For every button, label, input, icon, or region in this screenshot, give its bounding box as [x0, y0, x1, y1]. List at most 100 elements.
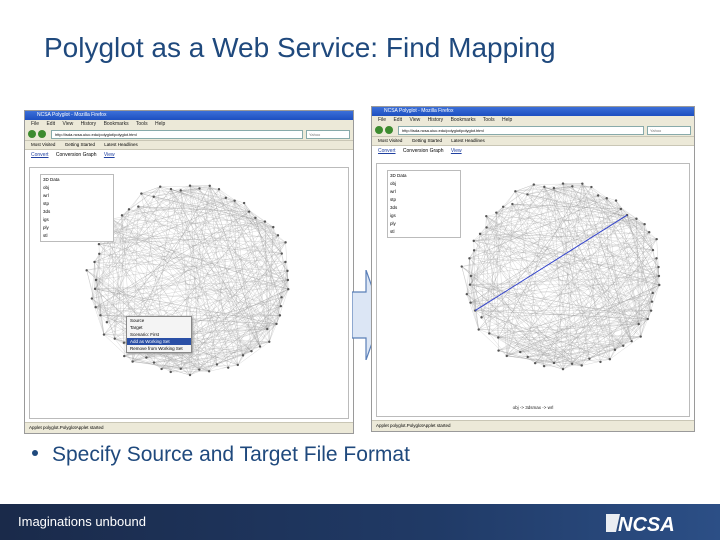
- graph-node[interactable]: [637, 322, 640, 326]
- graph-node[interactable]: [635, 217, 638, 220]
- graph-node[interactable]: [533, 361, 537, 365]
- graph-node[interactable]: [526, 355, 529, 359]
- menu-bookmarks[interactable]: Bookmarks: [451, 117, 476, 123]
- graph-node[interactable]: [599, 360, 602, 364]
- graph-node[interactable]: [152, 195, 155, 198]
- graph-node[interactable]: [472, 249, 476, 252]
- graph-node[interactable]: [468, 257, 471, 260]
- graph-node[interactable]: [519, 350, 522, 354]
- graph-node[interactable]: [630, 340, 633, 343]
- graph-node[interactable]: [105, 321, 109, 324]
- ctx-remove-working-set[interactable]: Remove from Working Set: [127, 345, 191, 352]
- graph-node[interactable]: [460, 265, 463, 268]
- graph-node[interactable]: [284, 241, 287, 244]
- graph-node[interactable]: [102, 333, 106, 336]
- graph-node[interactable]: [279, 304, 283, 308]
- tree-item[interactable]: 3ds: [43, 208, 111, 216]
- graph-node[interactable]: [622, 344, 625, 347]
- graph-node[interactable]: [488, 332, 491, 335]
- graph-node[interactable]: [263, 220, 267, 223]
- graph-node[interactable]: [657, 265, 660, 269]
- graph-node[interactable]: [272, 225, 275, 229]
- tree-item[interactable]: stl: [43, 232, 111, 240]
- graph-node[interactable]: [169, 370, 172, 374]
- graph-node[interactable]: [266, 327, 269, 331]
- graph-node[interactable]: [657, 274, 661, 278]
- graph-node[interactable]: [658, 283, 661, 287]
- menu-history[interactable]: History: [428, 117, 444, 123]
- tab-view[interactable]: View: [104, 152, 115, 158]
- tree-item[interactable]: stp: [390, 196, 458, 204]
- graph-node[interactable]: [152, 361, 156, 364]
- graph-node[interactable]: [619, 207, 623, 211]
- graph-node[interactable]: [561, 182, 565, 185]
- graph-node[interactable]: [655, 237, 658, 241]
- graph-node[interactable]: [590, 185, 593, 189]
- bookmark-getting-started[interactable]: Getting Started: [65, 142, 95, 147]
- search-field[interactable]: Yahoo: [647, 125, 691, 135]
- graph-node[interactable]: [287, 287, 290, 291]
- ctx-scenario[interactable]: Scenario: First: [127, 331, 191, 338]
- graph-node[interactable]: [159, 185, 162, 188]
- graph-node[interactable]: [188, 184, 192, 187]
- graph-node[interactable]: [505, 354, 508, 358]
- graph-node[interactable]: [596, 194, 600, 197]
- ctx-source[interactable]: Source: [127, 317, 191, 324]
- back-icon[interactable]: [375, 126, 383, 134]
- graph-node[interactable]: [98, 252, 101, 256]
- tree-root[interactable]: 3D Data: [390, 172, 458, 180]
- graph-node[interactable]: [140, 192, 143, 195]
- menu-tools[interactable]: Tools: [483, 117, 495, 123]
- bookmark-latest-headlines[interactable]: Latest Headlines: [451, 138, 485, 143]
- graph-node[interactable]: [122, 341, 126, 344]
- graph-node[interactable]: [643, 222, 646, 226]
- graph-node[interactable]: [478, 232, 482, 236]
- graph-node[interactable]: [614, 199, 618, 202]
- menu-help[interactable]: Help: [502, 117, 512, 123]
- bookmark-latest-headlines[interactable]: Latest Headlines: [104, 142, 138, 147]
- graph-node[interactable]: [286, 278, 290, 282]
- back-icon[interactable]: [28, 130, 36, 138]
- graph-node[interactable]: [169, 187, 173, 191]
- graph-node[interactable]: [552, 361, 556, 365]
- tree-root[interactable]: 3D Data: [43, 176, 111, 184]
- graph-node[interactable]: [495, 211, 498, 214]
- tree-item[interactable]: 3ds: [390, 204, 458, 212]
- url-field[interactable]: http://isda.ncsa.uiuc.edu/polyglot/polyg…: [51, 129, 303, 139]
- graph-node[interactable]: [250, 349, 253, 353]
- graph-node[interactable]: [179, 189, 182, 192]
- graph-node[interactable]: [639, 335, 642, 338]
- menu-view[interactable]: View: [62, 121, 73, 127]
- search-field[interactable]: Yahoo: [306, 129, 350, 139]
- graph-node[interactable]: [179, 367, 182, 370]
- graph-node[interactable]: [188, 373, 192, 377]
- graph-node[interactable]: [227, 366, 230, 369]
- tab-convert[interactable]: Convert: [31, 152, 49, 158]
- graph-node[interactable]: [236, 363, 239, 367]
- graph-node[interactable]: [215, 363, 219, 366]
- graph-node[interactable]: [247, 210, 251, 213]
- graph-node[interactable]: [649, 309, 653, 312]
- graph-node[interactable]: [276, 234, 280, 237]
- graph-node[interactable]: [650, 300, 654, 303]
- tab-view[interactable]: View: [451, 148, 462, 154]
- graph-node[interactable]: [526, 193, 529, 196]
- graph-node[interactable]: [468, 283, 472, 286]
- tab-conversion-graph[interactable]: Conversion Graph: [403, 148, 444, 154]
- graph-node[interactable]: [543, 185, 546, 189]
- ctx-add-working-set[interactable]: Add as Working Set: [127, 338, 191, 345]
- graph-node[interactable]: [90, 297, 94, 300]
- graph-node[interactable]: [646, 317, 649, 321]
- graph-node[interactable]: [501, 205, 505, 208]
- graph-node[interactable]: [278, 314, 282, 317]
- graph-node[interactable]: [532, 183, 536, 186]
- graph-node[interactable]: [465, 292, 469, 296]
- menu-file[interactable]: File: [378, 117, 386, 123]
- graph-node[interactable]: [233, 199, 236, 202]
- graph-node[interactable]: [570, 362, 574, 366]
- graph-node[interactable]: [514, 190, 517, 193]
- graph-node[interactable]: [224, 196, 228, 200]
- graph-node[interactable]: [477, 328, 480, 331]
- menu-help[interactable]: Help: [155, 121, 165, 127]
- menu-tools[interactable]: Tools: [136, 121, 148, 127]
